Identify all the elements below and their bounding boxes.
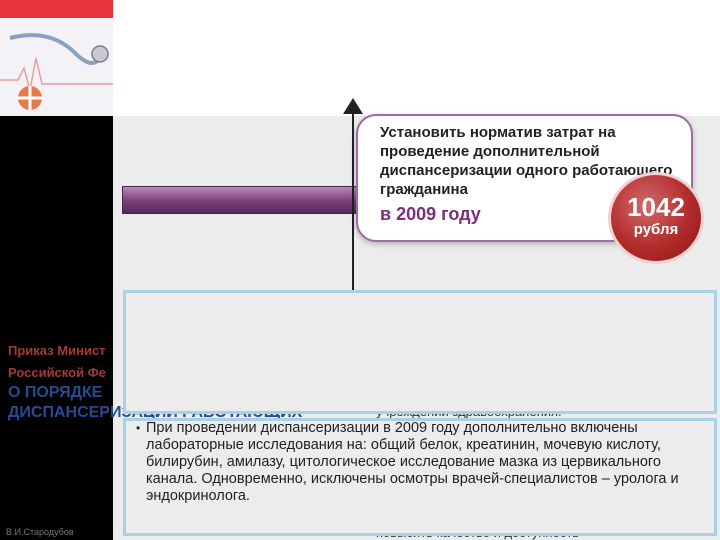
info-box-empty <box>123 290 717 414</box>
bullet-icon: • <box>136 421 141 435</box>
arrow-up-icon <box>343 98 363 114</box>
author-label: В.И.Стародубов <box>6 527 74 537</box>
badge-amount: 1042 <box>627 192 685 222</box>
vertical-arrow-line <box>352 100 354 300</box>
stethoscope-logo-icon <box>0 33 113 110</box>
info-box-text: При проведении диспансеризации в 2009 го… <box>146 420 679 504</box>
black-side-panel <box>0 116 113 540</box>
badge-unit: рубля <box>633 221 679 238</box>
title-line-2: Российской Фе <box>8 365 106 380</box>
horizontal-arrow-bar <box>122 186 364 214</box>
title-line-1: Приказ Минист <box>8 343 106 358</box>
logo-area <box>0 18 113 116</box>
callout-year: в 2009 году <box>380 204 481 224</box>
top-red-bar <box>0 0 113 18</box>
title-line-3: О ПОРЯДКЕ <box>8 384 103 401</box>
cost-badge: 1042 рубля <box>608 172 704 264</box>
info-box-content: • При проведении диспансеризации в 2009 … <box>136 420 702 505</box>
